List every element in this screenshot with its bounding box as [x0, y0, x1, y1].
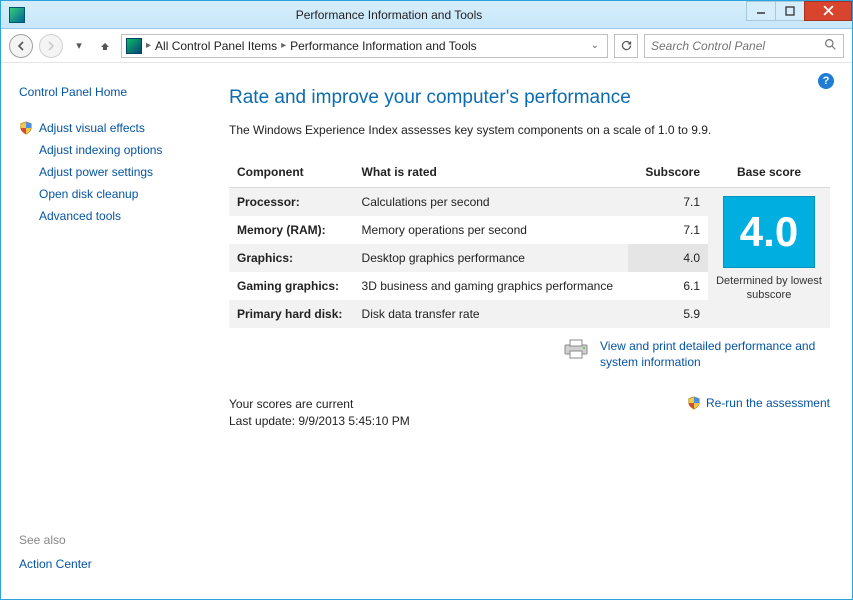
intro-text: The Windows Experience Index assesses ke… — [229, 123, 830, 137]
sidebar-link-action-center[interactable]: Action Center — [19, 553, 201, 589]
status-text: Your scores are current Last update: 9/9… — [229, 396, 410, 430]
cell-component: Memory (RAM): — [229, 216, 354, 244]
sidebar-link-indexing[interactable]: Adjust indexing options — [19, 139, 201, 161]
sidebar-link-visual-effects[interactable]: Adjust visual effects — [39, 117, 145, 139]
cell-rated: 3D business and gaming graphics performa… — [354, 272, 628, 300]
detail-link-row: View and print detailed performance and … — [229, 338, 830, 370]
sidebar-link-advanced[interactable]: Advanced tools — [19, 205, 201, 227]
forward-button[interactable] — [39, 34, 63, 58]
address-bar[interactable]: ▸ All Control Panel Items ▸ Performance … — [121, 34, 608, 58]
cell-subscore: 4.0 — [628, 244, 708, 272]
chevron-right-icon[interactable]: ▸ — [281, 40, 286, 51]
cell-rated: Desktop graphics performance — [354, 244, 628, 272]
main-panel: ? Rate and improve your computer's perfo… — [211, 63, 852, 599]
sidebar-task: Adjust visual effects — [19, 117, 201, 139]
search-box[interactable] — [644, 34, 844, 58]
up-button[interactable] — [95, 36, 115, 56]
cell-component: Processor: — [229, 188, 354, 217]
cell-component: Gaming graphics: — [229, 272, 354, 300]
shield-icon — [19, 121, 33, 135]
page-title: Rate and improve your computer's perform… — [229, 87, 830, 109]
content-body: Control Panel Home Adjust visual effects… — [1, 63, 852, 599]
base-score-box: 4.0 — [723, 196, 815, 268]
minimize-button[interactable] — [746, 1, 776, 21]
status-current: Your scores are current — [229, 396, 410, 413]
nav-bar: ▾ ▸ All Control Panel Items ▸ Performanc… — [1, 29, 852, 63]
see-also-label: See also — [19, 533, 201, 553]
recent-dropdown-icon[interactable]: ▾ — [69, 36, 89, 56]
cell-component: Graphics: — [229, 244, 354, 272]
cell-rated: Disk data transfer rate — [354, 300, 628, 328]
sidebar: Control Panel Home Adjust visual effects… — [1, 63, 211, 599]
detail-link[interactable]: View and print detailed performance and … — [600, 338, 830, 370]
search-input[interactable] — [651, 39, 824, 53]
cell-rated: Memory operations per second — [354, 216, 628, 244]
printer-icon — [562, 338, 590, 360]
window-controls — [747, 1, 852, 23]
control-panel-icon — [126, 38, 142, 54]
cell-subscore: 7.1 — [628, 216, 708, 244]
score-table: Component What is rated Subscore Base sc… — [229, 159, 830, 328]
chevron-right-icon[interactable]: ▸ — [146, 40, 151, 51]
cell-subscore: 7.1 — [628, 188, 708, 217]
base-score-caption: Determined by lowest subscore — [716, 274, 822, 303]
table-row: Processor:Calculations per second7.14.0D… — [229, 188, 830, 217]
rerun-label: Re-run the assessment — [706, 396, 830, 410]
app-icon — [9, 7, 25, 23]
maximize-button[interactable] — [775, 1, 805, 21]
col-basescore: Base score — [708, 159, 830, 188]
sidebar-link-cleanup[interactable]: Open disk cleanup — [19, 183, 201, 205]
cell-component: Primary hard disk: — [229, 300, 354, 328]
sidebar-home-link[interactable]: Control Panel Home — [19, 81, 201, 103]
col-component: Component — [229, 159, 354, 188]
close-button[interactable] — [804, 1, 852, 21]
refresh-button[interactable] — [614, 34, 638, 58]
back-button[interactable] — [9, 34, 33, 58]
cell-rated: Calculations per second — [354, 188, 628, 217]
shield-icon — [687, 396, 701, 410]
col-subscore: Subscore — [628, 159, 708, 188]
cell-basescore: 4.0 Determined by lowest subscore — [708, 188, 830, 329]
search-icon[interactable] — [824, 38, 837, 54]
rerun-link[interactable]: Re-run the assessment — [687, 396, 830, 410]
status-row: Your scores are current Last update: 9/9… — [229, 396, 830, 430]
address-dropdown-icon[interactable]: ⌄ — [587, 40, 603, 51]
cell-subscore: 6.1 — [628, 272, 708, 300]
breadcrumb-item-perf[interactable]: Performance Information and Tools — [290, 39, 477, 53]
breadcrumb-item-all[interactable]: All Control Panel Items — [155, 39, 277, 53]
window-title: Performance Information and Tools — [31, 8, 747, 22]
col-rated: What is rated — [354, 159, 628, 188]
sidebar-link-power[interactable]: Adjust power settings — [19, 161, 201, 183]
help-icon[interactable]: ? — [818, 73, 834, 89]
status-updated: Last update: 9/9/2013 5:45:10 PM — [229, 413, 410, 430]
cell-subscore: 5.9 — [628, 300, 708, 328]
title-bar: Performance Information and Tools — [1, 1, 852, 29]
